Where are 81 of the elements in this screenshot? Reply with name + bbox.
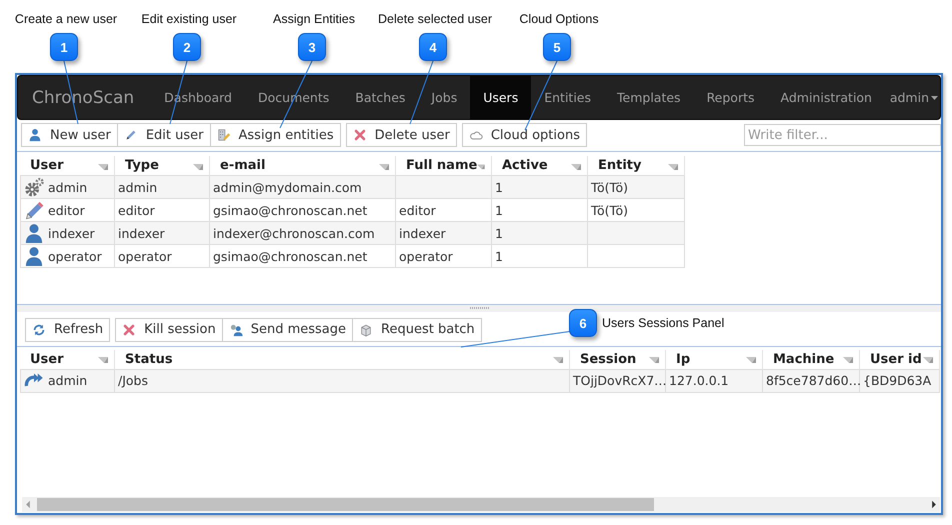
callout-badge: 1 <box>50 33 78 61</box>
callout-badge: 6 <box>569 309 597 337</box>
resize-handle-icon <box>469 307 489 309</box>
sort-icon <box>477 162 485 170</box>
callout-label: Assign Entities <box>273 12 355 26</box>
sort-icon <box>98 162 108 170</box>
building-pencil-icon <box>216 128 231 142</box>
pencil-icon <box>24 200 44 220</box>
sort-icon <box>668 162 678 170</box>
table-cell: 8f5ce787d60… <box>763 370 860 392</box>
table-cell: indexer <box>115 222 210 245</box>
nav-tab[interactable]: Entities <box>531 76 604 119</box>
callout-label: Edit existing user <box>141 12 237 26</box>
callout-label: Delete selected user <box>378 12 492 26</box>
cell-text: admin <box>48 180 88 194</box>
table-cell: operator <box>115 245 210 268</box>
toolbar-button[interactable]: Delete user <box>346 123 457 147</box>
cell-text: operator <box>48 248 102 264</box>
toolbar-button[interactable]: Cloud options <box>462 123 587 147</box>
nav-tab[interactable]: Jobs <box>418 76 470 119</box>
person-icon <box>24 223 44 243</box>
nav-tab[interactable]: Batches <box>342 76 418 119</box>
callout-badge: 4 <box>419 33 447 61</box>
nav-tab[interactable]: Users <box>470 76 532 119</box>
callout-label: Cloud Options <box>519 12 599 26</box>
nav-tab[interactable]: Reports <box>694 76 768 119</box>
cross-icon <box>352 128 367 142</box>
horizontal-scrollbar[interactable] <box>22 497 940 512</box>
table-cell: admin@mydomain.com <box>210 176 396 199</box>
table-cell: indexer@chronoscan.com <box>210 222 396 245</box>
toolbar-button[interactable]: Refresh <box>25 318 110 342</box>
callout-badge: 3 <box>298 33 326 61</box>
sort-icon <box>193 162 203 170</box>
cell-text: admin <box>48 373 88 388</box>
toolbar-button[interactable]: Kill session <box>115 318 223 342</box>
table-cell: 1 <box>492 222 588 245</box>
person-icon <box>24 246 44 266</box>
toolbar-button[interactable]: Request batch <box>352 318 482 342</box>
nav-tab[interactable]: Templates <box>604 76 694 119</box>
table-cell: 1 <box>492 176 588 199</box>
cell-text: editor <box>48 202 85 218</box>
table-cell: operator <box>396 245 492 268</box>
table-cell: TOjjDovRcX7… <box>570 370 666 392</box>
toolbar-button[interactable]: Send message <box>222 318 354 342</box>
box-icon <box>359 322 374 336</box>
nav-tab[interactable]: Administration <box>768 76 885 119</box>
table-cell: admin <box>115 176 210 199</box>
callout-badge: 2 <box>173 33 201 61</box>
callout-label: Create a new user <box>14 12 118 26</box>
person-icon <box>28 128 42 142</box>
sort-icon <box>553 355 563 363</box>
pencil-icon <box>124 128 138 142</box>
callout-badge: 5 <box>543 33 571 61</box>
user-menu[interactable]: admin <box>890 76 940 119</box>
sort-icon <box>923 355 933 363</box>
table-cell: /Jobs <box>115 370 570 392</box>
callout-label: Users Sessions Panel <box>602 316 724 330</box>
sort-icon <box>571 162 581 170</box>
scroll-thumb[interactable] <box>37 498 654 511</box>
toolbar-button[interactable]: Edit user <box>116 123 211 147</box>
table-cell: {BD9D63A <box>860 370 940 392</box>
sort-icon <box>843 355 853 363</box>
sort-icon <box>379 162 389 170</box>
table-cell: 127.0.0.1 <box>666 370 763 392</box>
cell-text: indexer <box>48 226 95 240</box>
table-cell: Tö(Tö) <box>588 176 685 199</box>
refresh-icon <box>32 322 46 336</box>
cross-icon <box>122 322 136 336</box>
sort-icon <box>746 355 756 363</box>
caret-icon <box>931 96 938 100</box>
splitter-bar[interactable] <box>17 304 941 312</box>
table-cell: 1 <box>492 245 588 268</box>
filter-field[interactable]: Write filter... <box>744 124 941 146</box>
user-name: admin <box>890 90 929 105</box>
people-icon <box>228 322 243 336</box>
toolbar-button[interactable]: New user <box>21 123 118 147</box>
table-cell: indexer <box>396 222 492 245</box>
toolbar-button[interactable]: Assign entities <box>210 123 341 147</box>
table-cell: gsimao@chronoscan.net <box>210 245 396 268</box>
sort-icon <box>649 355 659 363</box>
sort-icon <box>98 355 108 363</box>
